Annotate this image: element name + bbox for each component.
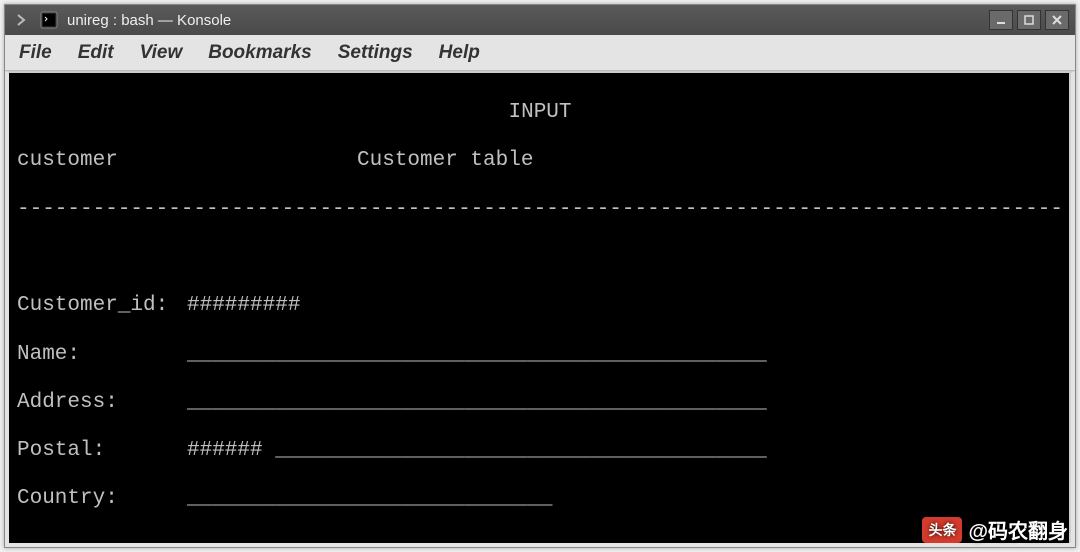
scrollbar[interactable] xyxy=(1069,73,1075,543)
label-country: Country: xyxy=(17,487,187,511)
window-title: unireg : bash — Konsole xyxy=(67,12,231,29)
value-address: ________________________________________… xyxy=(187,391,767,415)
row-name: Name:___________________________________… xyxy=(17,343,1063,367)
blank-line xyxy=(17,246,1063,270)
titlebar-left: unireg : bash — Konsole xyxy=(11,10,989,30)
konsole-window: unireg : bash — Konsole File Edit View B… xyxy=(4,4,1076,548)
table-name: customer xyxy=(17,149,357,173)
nav-back-icon[interactable] xyxy=(11,10,31,30)
watermark-badge: 头条 xyxy=(922,517,962,543)
value-name: ________________________________________… xyxy=(187,343,767,367)
menu-bookmarks[interactable]: Bookmarks xyxy=(204,40,316,66)
menu-settings[interactable]: Settings xyxy=(334,40,417,66)
row-country: Country:_____________________________ xyxy=(17,487,1063,511)
label-postal: Postal: xyxy=(17,439,187,463)
value-customer-id: ######### xyxy=(187,294,300,318)
terminal-view[interactable]: INPUT customerCustomer table -----------… xyxy=(5,71,1075,547)
menu-file[interactable]: File xyxy=(15,40,56,66)
label-address: Address: xyxy=(17,391,187,415)
maximize-button[interactable] xyxy=(1017,10,1041,30)
watermark-text: @码农翻身 xyxy=(968,515,1068,544)
label-name: Name: xyxy=(17,343,187,367)
window-controls xyxy=(989,10,1069,30)
app-icon xyxy=(39,10,59,30)
minimize-button[interactable] xyxy=(989,10,1013,30)
menu-view[interactable]: View xyxy=(136,40,187,66)
value-country: _____________________________ xyxy=(187,487,552,511)
watermark: 头条 @码农翻身 xyxy=(922,515,1068,544)
close-button[interactable] xyxy=(1045,10,1069,30)
form-title: INPUT xyxy=(508,101,571,124)
label-customer-id: Customer_id: xyxy=(17,294,187,318)
menu-edit[interactable]: Edit xyxy=(74,40,118,66)
row-postal: Postal:###### __________________________… xyxy=(17,439,1063,463)
row-customer-id: Customer_id:######### xyxy=(17,294,1063,318)
value-postal: ###### _________________________________… xyxy=(187,439,767,463)
titlebar: unireg : bash — Konsole xyxy=(5,5,1075,35)
table-description: Customer table xyxy=(357,149,533,173)
menu-help[interactable]: Help xyxy=(435,40,484,66)
divider-top: ----------------------------------------… xyxy=(17,198,1063,222)
blank-line xyxy=(17,536,1063,547)
menubar: File Edit View Bookmarks Settings Help xyxy=(5,35,1075,71)
row-address: Address:________________________________… xyxy=(17,391,1063,415)
